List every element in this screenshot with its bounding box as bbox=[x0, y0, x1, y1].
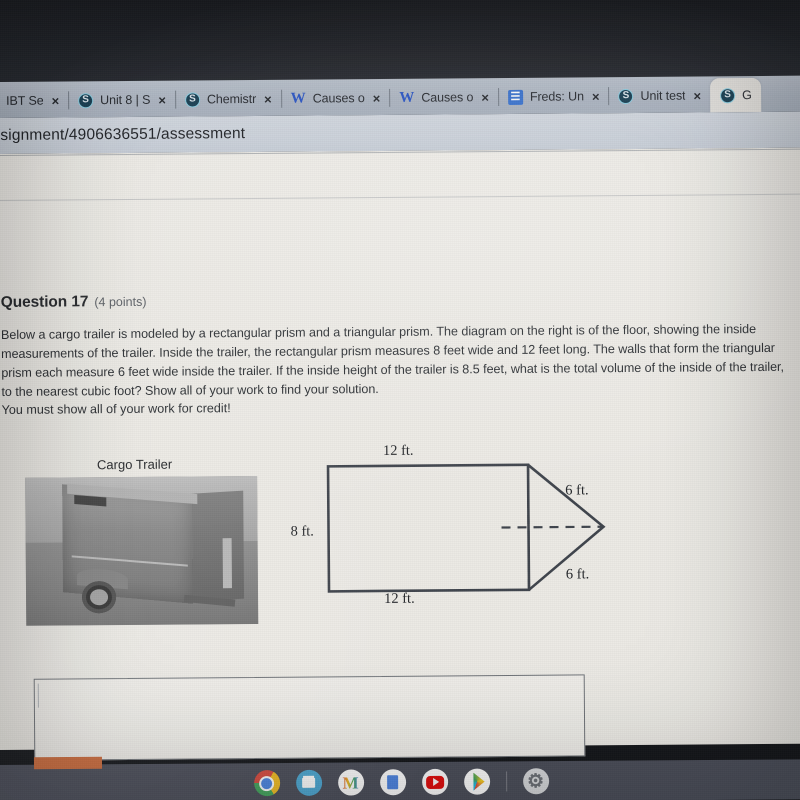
settings-icon[interactable] bbox=[522, 768, 549, 795]
close-icon[interactable]: × bbox=[51, 93, 59, 108]
youtube-icon[interactable] bbox=[421, 768, 448, 796]
play-store-icon[interactable] bbox=[463, 768, 490, 795]
word-icon: W bbox=[290, 90, 306, 107]
doc-icon: ☰ bbox=[507, 89, 523, 105]
browser-tab-5[interactable]: ☰ Freds: Un × bbox=[498, 79, 609, 114]
schoology-icon: S bbox=[618, 88, 634, 104]
close-icon[interactable]: × bbox=[481, 90, 489, 105]
url-text: ssignment/4906636551/assessment bbox=[0, 125, 246, 145]
chrome-icon[interactable] bbox=[253, 770, 280, 797]
docs-icon[interactable] bbox=[379, 769, 406, 796]
page-divider-second bbox=[0, 193, 800, 201]
gmail-icon[interactable]: M bbox=[337, 769, 364, 796]
tab-label: IBT Se bbox=[6, 93, 44, 108]
browser-tab-1[interactable]: S Unit 8 | S × bbox=[68, 83, 175, 118]
schoology-icon: S bbox=[78, 92, 94, 108]
cargo-trailer-photo bbox=[25, 475, 259, 626]
chromeos-shelf: M bbox=[0, 759, 800, 800]
files-icon[interactable] bbox=[295, 769, 322, 796]
question-body-text: Below a cargo trailer is modeled by a re… bbox=[0, 322, 784, 400]
rectangular-prism-floor bbox=[326, 463, 531, 593]
assessment-page: Question 17 (4 points) Below a cargo tra… bbox=[0, 147, 800, 798]
tab-label: Unit 8 | S bbox=[100, 92, 151, 108]
word-icon: W bbox=[399, 89, 415, 106]
close-icon[interactable]: × bbox=[693, 88, 701, 103]
close-icon[interactable]: × bbox=[264, 91, 272, 106]
question-points: (4 points) bbox=[94, 294, 147, 310]
gmail-glyph: M bbox=[342, 772, 359, 793]
tab-label: Chemistr bbox=[206, 91, 257, 107]
schoology-icon: S bbox=[719, 87, 736, 103]
tab-label: Causes o bbox=[421, 90, 474, 105]
close-icon[interactable]: × bbox=[373, 90, 381, 105]
diagram-label-bottom: 12 ft. bbox=[384, 590, 415, 607]
tab-label: Freds: Un bbox=[529, 89, 584, 104]
diagram-label-right-lower: 6 ft. bbox=[565, 566, 590, 583]
close-icon[interactable]: × bbox=[158, 92, 166, 107]
text-caret bbox=[37, 683, 39, 708]
diagram-label-right-upper: 6 ft. bbox=[565, 482, 589, 499]
cargo-trailer-caption: Cargo Trailer bbox=[96, 456, 173, 473]
screen-bezel-top bbox=[0, 0, 800, 82]
tab-label: Causes o bbox=[312, 91, 365, 106]
shelf-separator bbox=[505, 771, 507, 792]
tab-label: Unit test bbox=[640, 88, 686, 103]
browser-tab-6[interactable]: S Unit test × bbox=[608, 78, 710, 113]
browser-tab-0[interactable]: IBT Se × bbox=[0, 83, 68, 118]
question-title: Question 17 bbox=[0, 293, 89, 311]
browser-tab-4[interactable]: W Causes o × bbox=[389, 80, 498, 115]
photographed-screen: IBT Se × S Unit 8 | S × S Chemistr × W C… bbox=[0, 0, 800, 800]
question-credit-note: You must show all of your work for credi… bbox=[1, 401, 231, 417]
browser-tab-3[interactable]: W Causes o × bbox=[281, 81, 390, 116]
diagram-label-top: 12 ft. bbox=[382, 442, 414, 459]
floor-plan-diagram: 12 ft. 12 ft. 8 ft. 6 ft. 6 ft. bbox=[273, 443, 644, 632]
answer-textarea[interactable] bbox=[33, 674, 586, 761]
browser-tab-2[interactable]: S Chemistr × bbox=[175, 82, 281, 117]
browser-tab-strip: IBT Se × S Unit 8 | S × S Chemistr × W C… bbox=[0, 75, 800, 118]
close-icon[interactable]: × bbox=[592, 89, 600, 104]
tab-label: G bbox=[741, 88, 752, 103]
diagram-label-left: 8 ft. bbox=[290, 523, 314, 540]
figure-row: Cargo Trailer 12 ft. 12 ft. 8 ft. 6 ft. … bbox=[0, 443, 800, 634]
dashed-altitude-line bbox=[501, 525, 602, 529]
question-header: Question 17 (4 points) bbox=[1, 293, 147, 312]
schoology-icon: S bbox=[184, 91, 200, 108]
shelf-window-chip[interactable] bbox=[33, 756, 103, 770]
floor-plan-svg bbox=[326, 463, 606, 593]
browser-window: IBT Se × S Unit 8 | S × S Chemistr × W C… bbox=[0, 75, 800, 798]
browser-tab-7-active[interactable]: S G bbox=[709, 77, 761, 113]
